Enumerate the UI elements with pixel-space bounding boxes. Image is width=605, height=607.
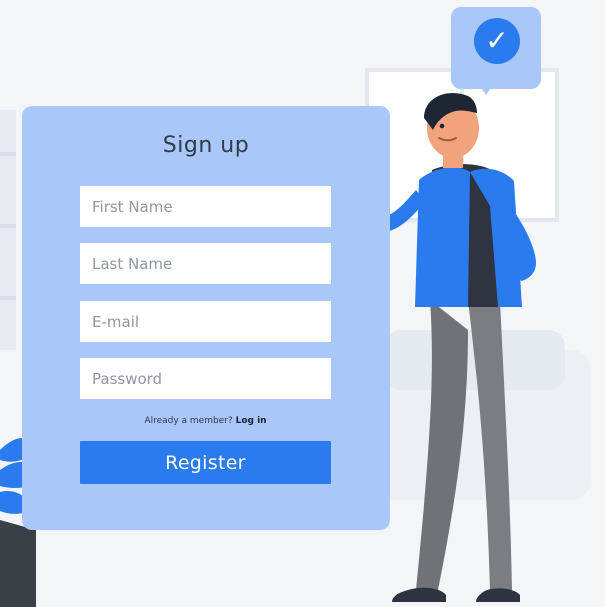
check-icon: ✓ [474, 18, 520, 64]
login-link[interactable]: Log in [236, 416, 267, 426]
register-button[interactable]: Register [80, 441, 331, 484]
shelf-line [0, 224, 16, 228]
shelf-line [0, 296, 16, 300]
member-text: Already a member? [144, 416, 233, 426]
signup-illustration: Sign up Already a member? Log in Registe… [0, 0, 605, 607]
success-bubble-tail [476, 80, 496, 95]
email-input[interactable] [80, 301, 331, 342]
password-input[interactable] [80, 358, 331, 399]
last-name-input[interactable] [80, 243, 331, 284]
login-prompt: Already a member? Log in [80, 416, 331, 426]
signup-title: Sign up [162, 133, 250, 158]
first-name-input[interactable] [80, 186, 331, 227]
